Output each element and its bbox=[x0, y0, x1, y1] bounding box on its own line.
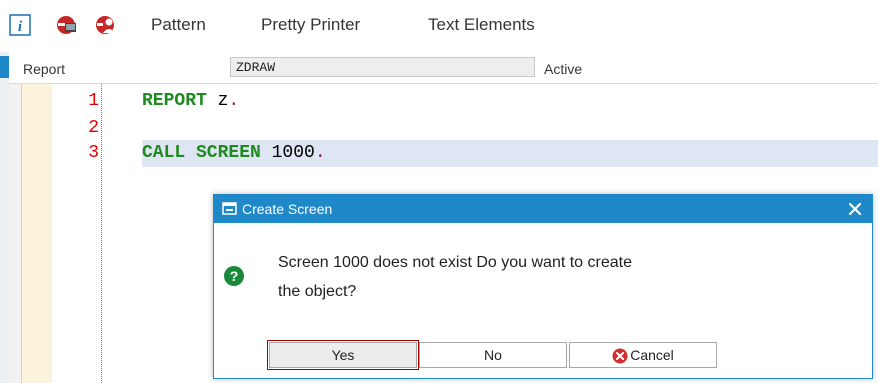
statement-terminator: . bbox=[314, 143, 326, 163]
code-line[interactable]: 2 bbox=[9, 115, 878, 142]
code-text: CALL SCREEN 1000. bbox=[142, 143, 326, 163]
keyword: CALL SCREEN bbox=[142, 143, 261, 163]
status-label: Active bbox=[544, 61, 583, 77]
program-name-field: ZDRAW bbox=[230, 57, 535, 77]
line-number: 1 bbox=[88, 91, 99, 111]
window-icon bbox=[222, 202, 238, 216]
abap-editor-window: i Pattern Pretty Printer Text Elements R… bbox=[0, 0, 878, 383]
navigation-marker bbox=[0, 56, 9, 78]
pretty-printer-button[interactable]: Pretty Printer bbox=[261, 15, 360, 35]
line-number: 2 bbox=[88, 118, 99, 138]
create-screen-dialog: Create Screen ? Screen 1000 does not exi… bbox=[213, 194, 873, 379]
svg-text:?: ? bbox=[230, 268, 239, 284]
code-line[interactable]: 1 REPORT z. bbox=[9, 88, 878, 115]
line-number: 3 bbox=[88, 143, 99, 163]
object-header: Report ZDRAW Active bbox=[9, 52, 878, 84]
no-button[interactable]: No bbox=[419, 342, 567, 368]
remote-user-icon[interactable] bbox=[95, 14, 117, 36]
remote-compare-icon[interactable] bbox=[56, 14, 78, 36]
dialog-message-line: Screen 1000 does not exist Do you want t… bbox=[278, 254, 632, 271]
report-label: Report bbox=[23, 61, 66, 77]
code-identifier: z bbox=[206, 91, 229, 111]
pattern-button[interactable]: Pattern bbox=[151, 15, 206, 35]
question-icon: ? bbox=[223, 265, 245, 287]
code-line-current[interactable]: 3 CALL SCREEN 1000. bbox=[9, 140, 878, 167]
code-text: REPORT z. bbox=[142, 91, 239, 111]
dialog-message: Screen 1000 does not exist Do you want t… bbox=[278, 248, 738, 306]
close-icon[interactable] bbox=[848, 202, 862, 216]
text-elements-button[interactable]: Text Elements bbox=[428, 15, 535, 35]
cancel-icon bbox=[612, 347, 628, 364]
left-navigation-strip bbox=[0, 52, 9, 383]
dialog-title-bar[interactable]: Create Screen bbox=[214, 195, 872, 223]
info-icon[interactable]: i bbox=[9, 14, 31, 36]
cancel-button[interactable]: Cancel bbox=[569, 342, 717, 368]
keyword: REPORT bbox=[142, 91, 207, 111]
dialog-message-line: the object? bbox=[278, 283, 357, 300]
dialog-title: Create Screen bbox=[242, 201, 333, 217]
yes-button[interactable]: Yes bbox=[267, 340, 419, 370]
cancel-button-label: Cancel bbox=[630, 347, 674, 363]
statement-terminator: . bbox=[228, 91, 240, 111]
code-literal: 1000 bbox=[260, 143, 315, 163]
application-toolbar: i Pattern Pretty Printer Text Elements bbox=[0, 0, 878, 52]
